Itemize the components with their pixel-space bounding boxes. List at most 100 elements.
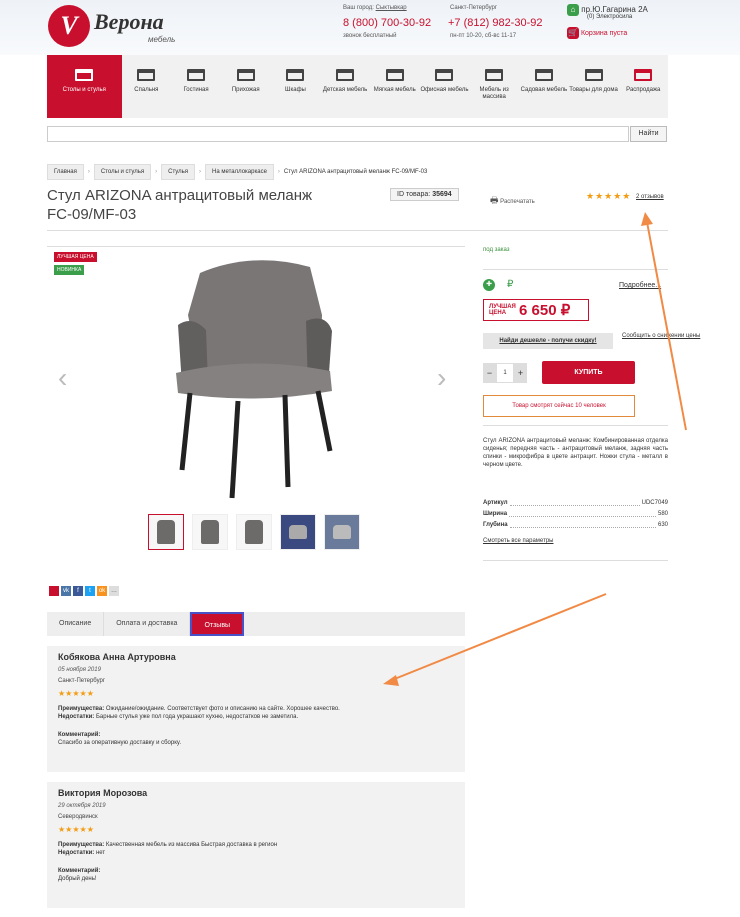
divider bbox=[483, 560, 668, 561]
review-comment-label: Комментарий: bbox=[58, 731, 454, 739]
product-image[interactable] bbox=[170, 255, 335, 500]
address: пр.Ю.Гагарина 2А bbox=[581, 5, 648, 15]
review-comment-label: Комментарий: bbox=[58, 867, 454, 875]
all-params-link[interactable]: Смотреть все параметры bbox=[483, 538, 553, 544]
ruble-icon: ₽ bbox=[507, 279, 514, 290]
thumbnail[interactable] bbox=[324, 514, 360, 550]
menu-item-tables[interactable]: Столы и стулья bbox=[47, 55, 122, 118]
thumbnail-chair bbox=[201, 520, 219, 544]
menu-item-living[interactable]: Гостиная bbox=[171, 55, 221, 118]
thumbnail-chair bbox=[245, 520, 263, 544]
comment-label: Комментарий: bbox=[58, 732, 101, 738]
category-menu: Столы и стулья Спальня Гостиная Прихожая… bbox=[47, 55, 668, 118]
logo[interactable]: V Верона мебель bbox=[48, 5, 188, 47]
spec-list: Артикул UDC7049 Ширина 580 Глубина 630 bbox=[483, 498, 668, 531]
spec-row: Артикул UDC7049 bbox=[483, 498, 668, 509]
search-input[interactable] bbox=[47, 126, 629, 142]
search-button[interactable]: Найти bbox=[630, 126, 667, 142]
page: { "header": { "logo_letter": "V", "logo_… bbox=[0, 0, 740, 917]
chair-leg bbox=[229, 400, 241, 499]
breadcrumb-item[interactable]: На металлокаркасе bbox=[205, 164, 274, 180]
menu-item-garden[interactable]: Садовая мебель bbox=[519, 55, 569, 118]
thumbnail[interactable] bbox=[236, 514, 272, 550]
logo-name: Верона bbox=[94, 9, 164, 34]
thumbnail[interactable] bbox=[280, 514, 316, 550]
more-icon[interactable]: … bbox=[109, 586, 119, 596]
cons-text: Барные стулья уже пол года украшают кухн… bbox=[95, 714, 299, 720]
menu-item-kids[interactable]: Детская мебель bbox=[320, 55, 370, 118]
printer-icon: 🖶 bbox=[490, 195, 499, 205]
comment-label: Комментарий: bbox=[58, 868, 101, 874]
menu-item-bedroom[interactable]: Спальня bbox=[122, 55, 172, 118]
phone-free[interactable]: 8 (800) 700-30-92 bbox=[343, 17, 431, 29]
menu-label: Спальня bbox=[134, 87, 159, 93]
breadcrumb-item[interactable]: Главная bbox=[47, 164, 84, 180]
print-button[interactable]: 🖶 Распечатать bbox=[490, 193, 535, 209]
cart[interactable]: 🛒 Корзина пуста bbox=[567, 27, 627, 39]
menu-item-solid[interactable]: Мебель из массива bbox=[469, 55, 519, 118]
price-value: 6 650 ₽ bbox=[519, 302, 571, 319]
find-cheaper-button[interactable]: Найди дешевле - получи скидку! bbox=[483, 333, 613, 349]
city-selector[interactable]: Ваш город: Сыктывкар bbox=[343, 5, 407, 11]
facebook-icon[interactable]: f bbox=[73, 586, 83, 596]
tv-stand-icon bbox=[187, 69, 206, 81]
logo-sub: мебель bbox=[148, 35, 176, 44]
reviews-link[interactable]: 2 отзывов bbox=[636, 194, 664, 200]
divider bbox=[47, 246, 465, 247]
sale-tag-icon bbox=[634, 69, 653, 81]
tab-description[interactable]: Описание bbox=[47, 612, 105, 636]
office-chair-icon bbox=[435, 69, 454, 81]
price-drop-link[interactable]: Сообщить о снижении цены bbox=[622, 333, 700, 340]
menu-item-hall[interactable]: Прихожая bbox=[221, 55, 271, 118]
pros-text: Ожидание/ожидание. Соответствует фото и … bbox=[105, 706, 340, 712]
thumbnail[interactable] bbox=[148, 514, 184, 550]
product-tabs: Описание Оплата и доставка Отзывы bbox=[47, 612, 465, 636]
chevron-right-icon: › bbox=[87, 169, 90, 175]
qty-input[interactable]: 1 bbox=[496, 363, 514, 383]
menu-item-sale[interactable]: Распродажа bbox=[618, 55, 668, 118]
city-label: Ваш город: bbox=[343, 5, 374, 11]
menu-item-wardrobes[interactable]: Шкафы bbox=[271, 55, 321, 118]
thumbnail[interactable] bbox=[192, 514, 228, 550]
gallery-next-icon[interactable]: › bbox=[437, 362, 446, 394]
bookmark-icon[interactable] bbox=[49, 586, 59, 596]
spec-row: Ширина 580 bbox=[483, 509, 668, 520]
pros-text: Качественная мебель из массива Быстрая д… bbox=[105, 842, 278, 848]
menu-label: Распродажа bbox=[626, 87, 661, 93]
qty-plus-button[interactable]: + bbox=[514, 363, 527, 383]
home-goods-icon bbox=[584, 69, 603, 81]
gallery-prev-icon[interactable]: ‹ bbox=[58, 362, 67, 394]
breadcrumb-item[interactable]: Стулья bbox=[161, 164, 196, 180]
review-stars: ★★★★★ bbox=[58, 825, 94, 834]
cart-icon: 🛒 bbox=[567, 27, 579, 39]
menu-item-soft[interactable]: Мягкая мебель bbox=[370, 55, 420, 118]
details-link[interactable]: Подробнее... bbox=[619, 282, 661, 289]
phone-spb[interactable]: +7 (812) 982-30-92 bbox=[448, 17, 542, 29]
odnoklassniki-icon[interactable]: ok bbox=[97, 586, 107, 596]
address-note: (0) Электросила bbox=[587, 14, 633, 20]
tab-reviews[interactable]: Отзывы bbox=[190, 612, 245, 636]
review-comment: Добрый день! bbox=[58, 876, 97, 882]
menu-item-office[interactable]: Офисная мебель bbox=[420, 55, 470, 118]
review-author: Кобякова Анна Артуровна bbox=[58, 652, 176, 662]
menu-item-home[interactable]: Товары для дома bbox=[569, 55, 619, 118]
divider bbox=[483, 425, 668, 426]
region-label: Санкт-Петербург bbox=[450, 5, 498, 11]
availability: под заказ bbox=[483, 247, 510, 253]
quantity-stepper: − 1 + bbox=[483, 363, 527, 383]
buy-button[interactable]: КУПИТЬ bbox=[542, 361, 635, 384]
spec-key: Артикул bbox=[483, 500, 508, 506]
breadcrumb-item[interactable]: Столы и стулья bbox=[93, 164, 152, 180]
tab-delivery[interactable]: Оплата и доставка bbox=[104, 612, 191, 636]
cons-label: Недостатки: bbox=[58, 850, 95, 856]
page-title: Стул ARIZONA антрацитовый меланж FC-09/M… bbox=[47, 187, 313, 223]
twitter-icon[interactable]: t bbox=[85, 586, 95, 596]
pros-label: Преимущества: bbox=[58, 706, 105, 712]
qty-minus-button[interactable]: − bbox=[483, 363, 496, 383]
breadcrumb-current: Стул ARIZONA антрацитовый меланж FC-09/M… bbox=[283, 169, 428, 175]
home-icon: ⌂ bbox=[567, 4, 579, 16]
menu-label: Товары для дома bbox=[569, 87, 618, 93]
review-card: Виктория Морозова 29 октября 2019 Северо… bbox=[47, 782, 465, 908]
address-block[interactable]: ⌂ пр.Ю.Гагарина 2А (0) Электросила bbox=[567, 4, 648, 20]
vk-icon[interactable]: vk bbox=[61, 586, 71, 596]
